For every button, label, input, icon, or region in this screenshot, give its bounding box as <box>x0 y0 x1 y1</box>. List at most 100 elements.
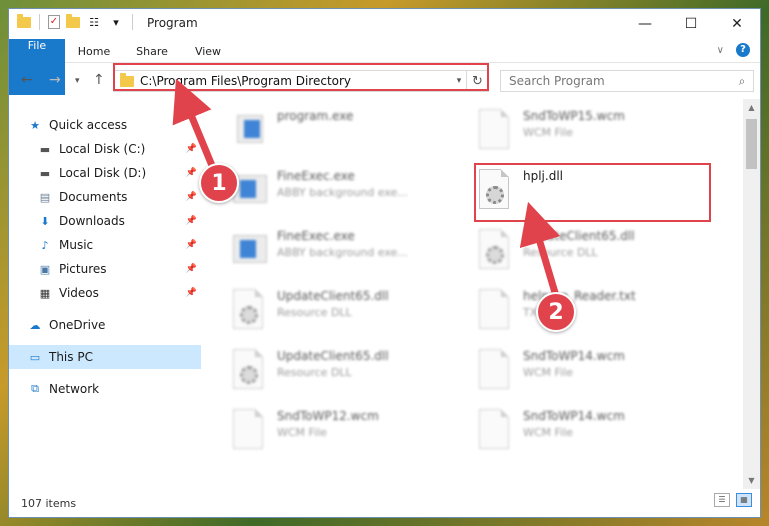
ribbon-right: ∨ ? <box>717 43 750 57</box>
explorer-window: ✓ ☷ ▾ Program — ☐ ✕ File Home Share View… <box>8 8 761 518</box>
sidebar-item-label: Quick access <box>49 118 128 132</box>
callout-badge-1: 1 <box>199 163 239 203</box>
setup-icon <box>233 109 267 153</box>
file-item[interactable]: SndToWP12.wcm WCM File <box>233 409 463 465</box>
pin-icon: 📌 <box>185 216 197 226</box>
large-icons-view-icon[interactable]: ▦ <box>736 493 752 507</box>
close-button[interactable]: ✕ <box>714 9 760 39</box>
properties-icon[interactable]: ✓ <box>48 15 60 29</box>
file-item[interactable]: FineExec.exe ABBY background exe... <box>233 229 463 285</box>
scroll-up-icon[interactable]: ▲ <box>743 99 760 116</box>
file-item[interactable]: program.exe <box>233 109 463 165</box>
file-item[interactable]: UpdateClient65.dll Resource DLL <box>479 229 709 285</box>
help-icon[interactable]: ? <box>736 43 750 57</box>
tab-home[interactable]: Home <box>69 39 119 63</box>
vertical-scrollbar[interactable]: ▲ ▼ <box>743 99 760 489</box>
file-list: program.exe SndToWP15.wcm WCM File FineEx… <box>209 99 744 489</box>
network-icon: ⧉ <box>31 382 39 395</box>
sidebar-item-onedrive[interactable]: ☁ OneDrive <box>27 313 201 337</box>
sidebar-item-label: Network <box>49 382 100 396</box>
pin-icon: 📌 <box>185 168 197 178</box>
file-item[interactable]: SndToWP14.wcm WCM File <box>479 409 709 465</box>
sidebar-item-label: Videos <box>59 286 99 300</box>
title-bar: ✓ ☷ ▾ Program — ☐ ✕ <box>9 9 760 39</box>
sidebar-item-label: Downloads <box>59 214 125 228</box>
search-icon[interactable]: ⌕ <box>731 74 753 89</box>
file-highlight <box>474 163 711 222</box>
sidebar-item-downloads[interactable]: ⬇ Downloads 📌 <box>37 209 201 233</box>
pictures-icon: ▣ <box>39 262 51 276</box>
window-title: Program <box>147 16 198 30</box>
refresh-icon[interactable]: ↻ <box>466 71 488 91</box>
file-item[interactable]: UpdateClient65.dll Resource DLL <box>233 289 463 345</box>
sidebar-item-label: Music <box>59 238 94 252</box>
sidebar-item-label: Local Disk (C:) <box>59 142 146 156</box>
details-view-icon[interactable]: ☰ <box>714 493 730 507</box>
sidebar-item-label: Pictures <box>59 262 107 276</box>
recent-locations-icon[interactable]: ▾ <box>75 76 80 86</box>
sidebar-item-network[interactable]: ⧉ Network <box>27 377 201 401</box>
sidebar-item-pictures[interactable]: ▣ Pictures 📌 <box>37 257 201 281</box>
pin-icon: 📌 <box>185 144 197 154</box>
address-bar[interactable]: C:\Program Files\Program Directory ▾ ↻ <box>113 70 489 92</box>
file-item[interactable]: UpdateClient65.dll Resource DLL <box>233 349 463 405</box>
forward-arrow-icon[interactable]: → <box>49 72 61 88</box>
music-icon: ♪ <box>41 238 49 252</box>
address-path[interactable]: C:\Program Files\Program Directory <box>140 74 452 88</box>
new-folder-icon[interactable] <box>66 13 80 28</box>
window-controls: — ☐ ✕ <box>622 9 760 39</box>
pin-icon: 📌 <box>185 240 197 250</box>
pin-icon: 📌 <box>185 288 197 298</box>
scroll-thumb[interactable] <box>746 119 757 169</box>
up-arrow-icon[interactable]: ↑ <box>93 72 105 88</box>
file-icon <box>479 109 513 153</box>
minimize-button[interactable]: — <box>622 9 668 39</box>
file-icon <box>479 409 513 453</box>
tab-share[interactable]: Share <box>127 39 177 63</box>
computer-icon: ▭ <box>29 350 41 364</box>
scroll-down-icon[interactable]: ▼ <box>743 472 760 489</box>
file-item[interactable]: SndToWP15.wcm WCM File <box>479 109 709 165</box>
sidebar-item-label: Local Disk (D:) <box>59 166 147 180</box>
search-placeholder: Search Program <box>509 74 605 88</box>
exe-icon <box>233 229 267 273</box>
expand-ribbon-icon[interactable]: ∨ <box>717 45 724 56</box>
sidebar-item-local-disk-d[interactable]: ▬ Local Disk (D:) 📌 <box>37 161 201 185</box>
file-item[interactable]: FineExec.exe ABBY background exe... <box>233 169 463 225</box>
drive-icon: ▬ <box>39 166 51 180</box>
sidebar-item-label: OneDrive <box>49 318 106 332</box>
file-icon <box>233 409 267 453</box>
chevron-down-icon[interactable]: ▾ <box>108 14 124 30</box>
file-icon <box>479 289 513 333</box>
sidebar-item-documents[interactable]: ▤ Documents 📌 <box>37 185 201 209</box>
sidebar-item-music[interactable]: ♪ Music 📌 <box>37 233 201 257</box>
sidebar-item-videos[interactable]: ▦ Videos 📌 <box>37 281 201 305</box>
folder-icon[interactable] <box>17 13 31 28</box>
folder-icon <box>120 72 134 87</box>
tab-view[interactable]: View <box>183 39 233 63</box>
file-item[interactable]: SndToWP14.wcm WCM File <box>479 349 709 405</box>
file-item[interactable]: helpme_Reader.txt TXT <box>479 289 709 345</box>
sidebar-item-this-pc[interactable]: ▭ This PC <box>9 345 201 369</box>
sidebar-item-label: This PC <box>49 350 93 364</box>
cloud-icon: ☁ <box>29 318 41 332</box>
ribbon-tabs: File Home Share View ∨ ? <box>9 39 760 95</box>
navigation-bar: ← → ▾ ↑ C:\Program Files\Program Directo… <box>9 64 760 98</box>
separator <box>39 14 40 30</box>
drive-icon: ▬ <box>39 142 51 156</box>
videos-icon: ▦ <box>39 286 51 300</box>
chevron-down-icon[interactable]: ▾ <box>452 76 466 86</box>
dll-gear-icon <box>479 229 513 273</box>
search-input[interactable]: Search Program ⌕ <box>500 70 754 92</box>
callout-badge-2: 2 <box>536 292 576 332</box>
view-switcher: ☰ ▦ <box>714 493 752 507</box>
sidebar-item-local-disk-c[interactable]: ▬ Local Disk (C:) 📌 <box>37 137 201 161</box>
back-arrow-icon[interactable]: ← <box>21 72 33 88</box>
file-icon <box>479 349 513 393</box>
download-icon: ⬇ <box>40 214 50 228</box>
sidebar-item-quick-access[interactable]: ★ Quick access <box>27 113 219 137</box>
dll-gear-icon <box>233 349 267 393</box>
customize-view-icon[interactable]: ☷ <box>86 14 102 30</box>
pin-icon: 📌 <box>185 192 197 202</box>
maximize-button[interactable]: ☐ <box>668 9 714 39</box>
